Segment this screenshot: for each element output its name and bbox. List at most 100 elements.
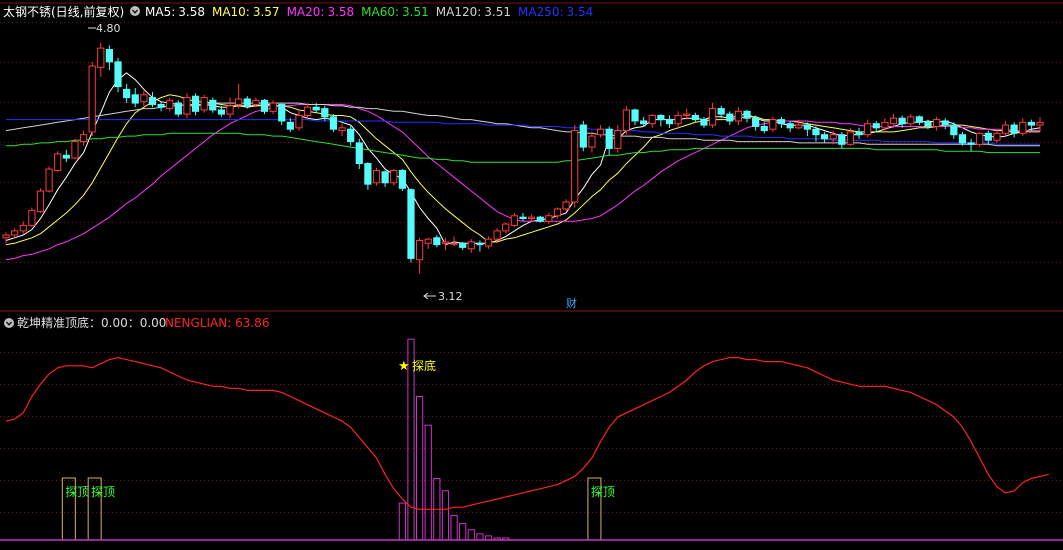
candle-body — [665, 119, 674, 125]
candle-body — [329, 116, 338, 130]
candle-body — [269, 102, 277, 112]
candle-body — [510, 215, 518, 226]
candle-body — [838, 134, 846, 145]
candle[interactable] — [579, 120, 587, 152]
high-price-label: 4.80 — [96, 22, 121, 35]
ma20-legend: MA20: 3.58 — [287, 5, 355, 19]
candle[interactable] — [390, 169, 398, 186]
ma5-legend: MA5: 3.58 — [145, 5, 205, 19]
top-signal-label: 探顶 — [65, 485, 89, 499]
candle[interactable] — [329, 114, 338, 132]
candle-body — [855, 131, 863, 136]
candle-body — [683, 113, 691, 116]
candle-body — [226, 105, 234, 115]
candle[interactable] — [398, 169, 406, 192]
candle[interactable] — [174, 100, 182, 117]
candle[interactable] — [88, 61, 96, 137]
ma-legend: MA5: 3.58 MA10: 3.57 MA20: 3.58 MA60: 3.51 MA120… — [145, 5, 593, 19]
candle-body — [62, 154, 70, 159]
candle-body — [889, 117, 898, 125]
candle-body — [166, 99, 174, 110]
candle-body — [390, 169, 398, 184]
collapse-indicator-icon[interactable] — [130, 6, 140, 16]
candle-body — [467, 241, 475, 250]
candle-body — [459, 242, 467, 248]
candle-body — [708, 108, 717, 126]
candle-body — [1027, 121, 1035, 126]
candle-body — [691, 114, 699, 121]
sub-pane-header: 乾坤精准顶底：0.00：0.00 NENGLIAN: 63.86 — [4, 315, 269, 330]
candle-body — [123, 88, 131, 99]
candle[interactable] — [976, 131, 984, 148]
main-pane-header: 太钢不锈(日线,前复权) MA5: 3.58 MA10: 3.57 MA20: 3.58 M… — [3, 4, 593, 19]
candle-body — [484, 238, 493, 247]
candle-body — [347, 128, 355, 143]
candle-body — [140, 94, 148, 103]
candle-body — [364, 163, 372, 185]
candle-body — [769, 119, 777, 130]
candle[interactable] — [372, 167, 381, 186]
candle-body — [872, 123, 880, 129]
candle-body — [717, 108, 725, 115]
candle-body — [752, 117, 760, 127]
candle-body — [907, 116, 915, 125]
candle-body — [786, 123, 794, 129]
candle-body — [795, 124, 803, 129]
candle-body — [536, 216, 544, 222]
candle[interactable] — [260, 98, 269, 115]
candle-body — [338, 127, 346, 132]
candle-body — [286, 121, 294, 130]
candle[interactable] — [28, 207, 36, 227]
ma60-legend: MA60: 3.51 — [361, 5, 429, 19]
candle-body — [2, 234, 10, 239]
candle-body — [476, 242, 484, 246]
candle-body — [54, 153, 62, 171]
candle-body — [1019, 121, 1027, 134]
candle-body — [614, 130, 622, 149]
candle-body — [19, 224, 27, 232]
candle-body — [596, 128, 605, 136]
top-signal-label: 探顶 — [591, 485, 615, 499]
candle[interactable] — [54, 151, 62, 172]
indicator-settings-icon[interactable] — [4, 318, 14, 328]
candle[interactable] — [769, 116, 777, 132]
candle-body — [235, 98, 243, 105]
candle[interactable] — [114, 57, 122, 93]
candle-body — [381, 171, 389, 184]
candle-body — [148, 97, 157, 105]
candle-body — [932, 119, 941, 127]
kline-chart-window: 太钢不锈(日线,前复权) MA5: 3.58 MA10: 3.57 MA20: 3.58 M… — [0, 0, 1063, 546]
candle[interactable] — [183, 93, 191, 119]
candle-body — [648, 114, 656, 125]
candle-body — [450, 242, 458, 245]
candle[interactable] — [45, 166, 53, 193]
candle-body — [605, 128, 613, 149]
candle-body — [174, 102, 182, 115]
low-price-label: 3.12 — [438, 290, 463, 303]
candle-body — [950, 124, 958, 136]
candle-body — [553, 208, 562, 217]
candle[interactable] — [36, 188, 45, 214]
candle-body — [131, 94, 139, 104]
candle-body — [915, 116, 923, 123]
finance-event-marker[interactable]: 财 — [566, 296, 577, 310]
candle-body — [433, 237, 441, 246]
bottom-signal-annotation: ★ 探底 — [398, 358, 436, 374]
candle-body — [864, 123, 872, 136]
candle[interactable] — [407, 188, 415, 263]
candle-body — [967, 142, 975, 145]
candle-body — [760, 125, 768, 132]
candle[interactable] — [571, 125, 579, 208]
candle-body — [777, 119, 786, 125]
candle[interactable] — [536, 215, 544, 223]
candle[interactable] — [71, 138, 79, 160]
candle-body — [1001, 124, 1010, 134]
candle[interactable] — [209, 97, 217, 113]
candle-body — [36, 190, 45, 213]
candle[interactable] — [200, 94, 208, 113]
candle-body — [252, 99, 260, 105]
candle-body — [209, 99, 217, 111]
candle[interactable] — [622, 105, 631, 135]
candle-body — [157, 103, 165, 108]
candle-body — [312, 106, 320, 111]
